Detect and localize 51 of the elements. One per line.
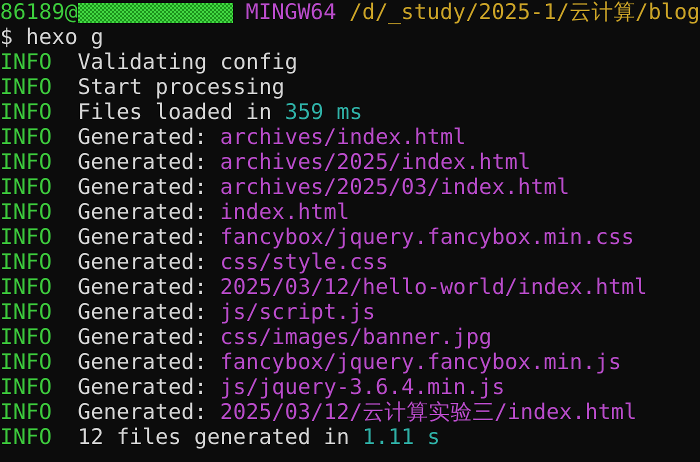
file-path: js/script.js [220, 300, 376, 325]
log-level: INFO [0, 50, 52, 75]
log-level: INFO [0, 375, 52, 400]
directory-path: /d/_study/2025-1/云计算/blog [349, 0, 700, 25]
log-level: INFO [0, 175, 52, 200]
log-level: INFO [0, 200, 52, 225]
log-level: INFO [0, 125, 52, 150]
log-level: INFO [0, 75, 52, 100]
file-path: css/style.css [220, 250, 388, 275]
log-message: Generated: [78, 325, 208, 350]
log-level: INFO [0, 225, 52, 250]
log-message: Generated: [78, 400, 208, 425]
log-message: Generated: [78, 150, 208, 175]
log-message: Generated: [78, 175, 208, 200]
log-level: INFO [0, 300, 52, 325]
log-message: Start processing [78, 75, 285, 100]
log-message: Generated: [78, 300, 208, 325]
user-host-text: 86189@ [0, 0, 78, 25]
log-message: Generated: [78, 275, 208, 300]
log-message: Validating config [78, 50, 298, 75]
timing-value: 1.11 s [362, 425, 440, 450]
file-path: css/images/banner.jpg [220, 325, 492, 350]
log-message: Generated: [78, 200, 208, 225]
file-path: js/jquery-3.6.4.min.js [220, 375, 505, 400]
log-message: Generated: [78, 375, 208, 400]
file-path: archives/2025/index.html [220, 150, 531, 175]
file-path: archives/2025/03/index.html [220, 175, 570, 200]
log-message: Generated: [78, 225, 208, 250]
log-level: INFO [0, 275, 52, 300]
log-message: 12 files generated in [78, 425, 350, 450]
log-level: INFO [0, 425, 52, 450]
log-level: INFO [0, 350, 52, 375]
log-level: INFO [0, 100, 52, 125]
prompt-symbol: $ [0, 25, 13, 50]
log-level: INFO [0, 325, 52, 350]
file-path: archives/index.html [220, 125, 466, 150]
log-level: INFO [0, 150, 52, 175]
file-path: 2025/03/12/云计算实验三/index.html [220, 400, 637, 425]
log-message: Generated: [78, 125, 208, 150]
log-level: INFO [0, 400, 52, 425]
system-name: MINGW64 [246, 0, 336, 25]
log-message: Generated: [78, 250, 208, 275]
timing-value: 359 ms [284, 100, 362, 125]
file-path: fancybox/jquery.fancybox.min.js [220, 350, 622, 375]
file-path: index.html [220, 200, 350, 225]
log-message: Generated: [78, 350, 208, 375]
log-level: INFO [0, 250, 52, 275]
command-text: hexo g [26, 25, 104, 50]
log-message: Files loaded in [78, 100, 272, 125]
file-path: fancybox/jquery.fancybox.min.css [220, 225, 634, 250]
file-path: 2025/03/12/hello-world/index.html [220, 275, 648, 300]
